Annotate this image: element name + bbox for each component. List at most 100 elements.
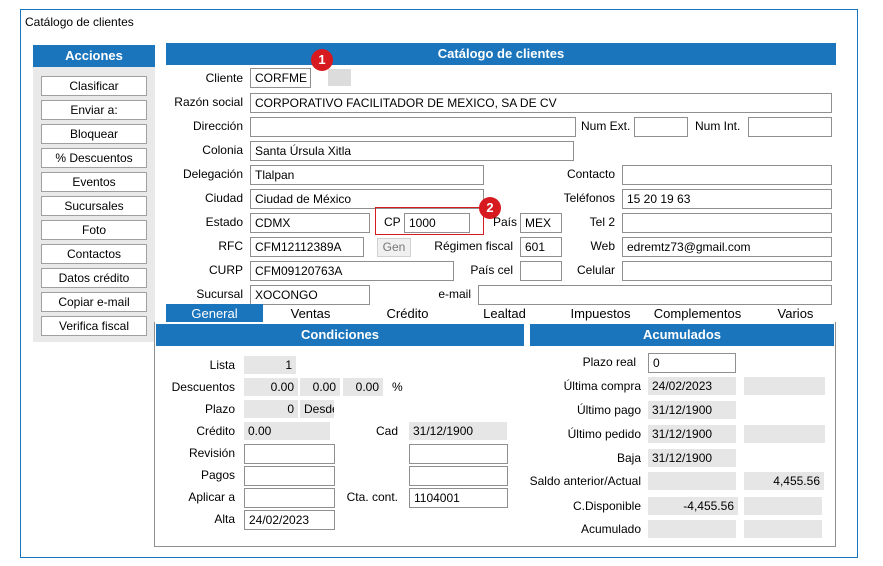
action-clasificar-button[interactable]: Clasificar [41, 76, 147, 96]
celular-field[interactable] [622, 261, 832, 281]
window-title: Catálogo de clientes [25, 15, 134, 29]
label-plazo-real: Plazo real [582, 355, 636, 369]
estado-field[interactable]: CDMX [250, 213, 370, 233]
saldo-actual-value: 4,455.56 [744, 472, 824, 490]
label-alta: Alta [214, 512, 235, 526]
label-saldo: Saldo anterior/Actual [529, 474, 641, 488]
revision-field[interactable] [244, 444, 335, 464]
action-contactos-button[interactable]: Contactos [41, 244, 147, 264]
label-lista: Lista [209, 358, 235, 372]
alta-field[interactable]: 24/02/2023 [244, 510, 335, 530]
label-revision: Revisión [188, 446, 235, 460]
ciudad-field[interactable]: Ciudad de México [250, 189, 484, 209]
delegacion-field[interactable]: Tlalpan [250, 165, 484, 185]
label-colonia: Colonia [202, 143, 243, 157]
cta-cont-field[interactable]: 1104001 [409, 488, 508, 508]
label-cta-cont: Cta. cont. [346, 490, 398, 504]
label-web: Web [590, 239, 615, 253]
label-num-int: Num Int. [695, 119, 741, 133]
label-estado: Estado [205, 215, 243, 229]
disponible-extra [744, 497, 822, 515]
action-eventos-button[interactable]: Eventos [41, 172, 147, 192]
plazo-real-field[interactable]: 0 [648, 353, 736, 373]
action-enviar-a-button[interactable]: Enviar a: [41, 100, 147, 120]
descuento-2: 0.00 [300, 378, 340, 396]
label-tel2: Tel 2 [589, 215, 615, 229]
tab-general[interactable]: General [166, 306, 263, 322]
label-credito: Crédito [196, 424, 235, 438]
pais-field[interactable]: MEX [520, 213, 562, 233]
action-descuentos-button[interactable]: % Descuentos [41, 148, 147, 168]
desde-box: Desde [300, 400, 334, 418]
action-copiar-email-button[interactable]: Copiar e-mail [41, 292, 147, 312]
email-field[interactable] [478, 285, 832, 305]
saldo-anterior-value [648, 472, 736, 490]
revision-field-2[interactable] [409, 444, 508, 464]
pagos-field-2[interactable] [409, 466, 508, 486]
label-email: e-mail [438, 287, 471, 301]
cliente-swatch [328, 69, 351, 86]
aplicar-a-field[interactable] [244, 488, 335, 508]
label-cad: Cad [375, 424, 398, 438]
pagos-field[interactable] [244, 466, 335, 486]
razon-social-field[interactable]: CORPORATIVO FACILITADOR DE MEXICO, SA DE… [250, 93, 832, 113]
tab-complementos[interactable]: Complementos [650, 306, 745, 322]
action-datos-credito-button[interactable]: Datos crédito [41, 268, 147, 288]
label-plazo: Plazo [204, 402, 235, 416]
tab-lealtad[interactable]: Lealtad [462, 306, 547, 322]
credito-value: 0.00 [244, 422, 330, 440]
condiciones-header: Condiciones [156, 324, 524, 346]
label-ultima-compra: Última compra [563, 379, 641, 393]
pais-cel-field[interactable] [520, 261, 562, 281]
label-acumulado: Acumulado [580, 522, 641, 536]
label-curp: CURP [208, 263, 243, 277]
baja-value: 31/12/1900 [648, 449, 736, 467]
contacto-field[interactable] [622, 165, 832, 185]
main-header: Catálogo de clientes [166, 43, 836, 65]
tel2-field[interactable] [622, 213, 832, 233]
action-verifica-fiscal-button[interactable]: Verifica fiscal [41, 316, 147, 336]
cad-value: 31/12/1900 [409, 422, 507, 440]
sucursal-field[interactable]: XOCONGO [250, 285, 370, 305]
label-disponible: C.Disponible [572, 499, 641, 513]
direccion-field[interactable] [250, 117, 576, 137]
cp-field[interactable]: 1000 [404, 213, 470, 233]
disponible-value: -4,455.56 [648, 497, 738, 515]
gen-button[interactable]: Gen [377, 238, 411, 257]
action-sucursales-button[interactable]: Sucursales [41, 196, 147, 216]
label-pais-cel: País cel [470, 263, 513, 277]
tab-ventas[interactable]: Ventas [268, 306, 353, 322]
num-ext-field[interactable] [634, 117, 688, 137]
num-int-field[interactable] [748, 117, 832, 137]
tab-varios[interactable]: Varios [758, 306, 833, 322]
label-sucursal: Sucursal [196, 287, 243, 301]
label-celular: Celular [576, 263, 615, 277]
regimen-fiscal-field[interactable]: 601 [520, 237, 562, 257]
label-ciudad: Ciudad [204, 191, 243, 205]
web-field[interactable]: edremtz73@gmail.com [622, 237, 832, 257]
label-pagos: Pagos [200, 468, 235, 482]
acumulados-header: Acumulados [530, 324, 834, 346]
acumulado-extra [744, 520, 822, 538]
label-descuentos: Descuentos [171, 380, 235, 394]
rfc-field[interactable]: CFM12112389A [250, 237, 364, 257]
telefonos-field[interactable]: 15 20 19 63 [622, 189, 832, 209]
descuento-1: 0.00 [244, 378, 298, 396]
label-rfc: RFC [218, 239, 243, 253]
descuento-3: 0.00 [343, 378, 383, 396]
label-aplicar-a: Aplicar a [188, 490, 235, 504]
tab-credito[interactable]: Crédito [365, 306, 450, 322]
label-contacto: Contacto [566, 167, 615, 181]
action-bloquear-button[interactable]: Bloquear [41, 124, 147, 144]
curp-field[interactable]: CFM09120763A [250, 261, 454, 281]
colonia-field[interactable]: Santa Úrsula Xitla [250, 141, 574, 161]
label-ultimo-pago: Último pago [576, 403, 641, 417]
ultimo-pago-value: 31/12/1900 [648, 401, 736, 419]
tab-impuestos[interactable]: Impuestos [558, 306, 643, 322]
cliente-field[interactable]: CORFME [250, 68, 311, 88]
acumulado-value [648, 520, 736, 538]
action-foto-button[interactable]: Foto [41, 220, 147, 240]
label-direccion: Dirección [192, 119, 243, 133]
label-cp: CP [384, 215, 401, 229]
label-telefonos: Teléfonos [563, 191, 615, 205]
